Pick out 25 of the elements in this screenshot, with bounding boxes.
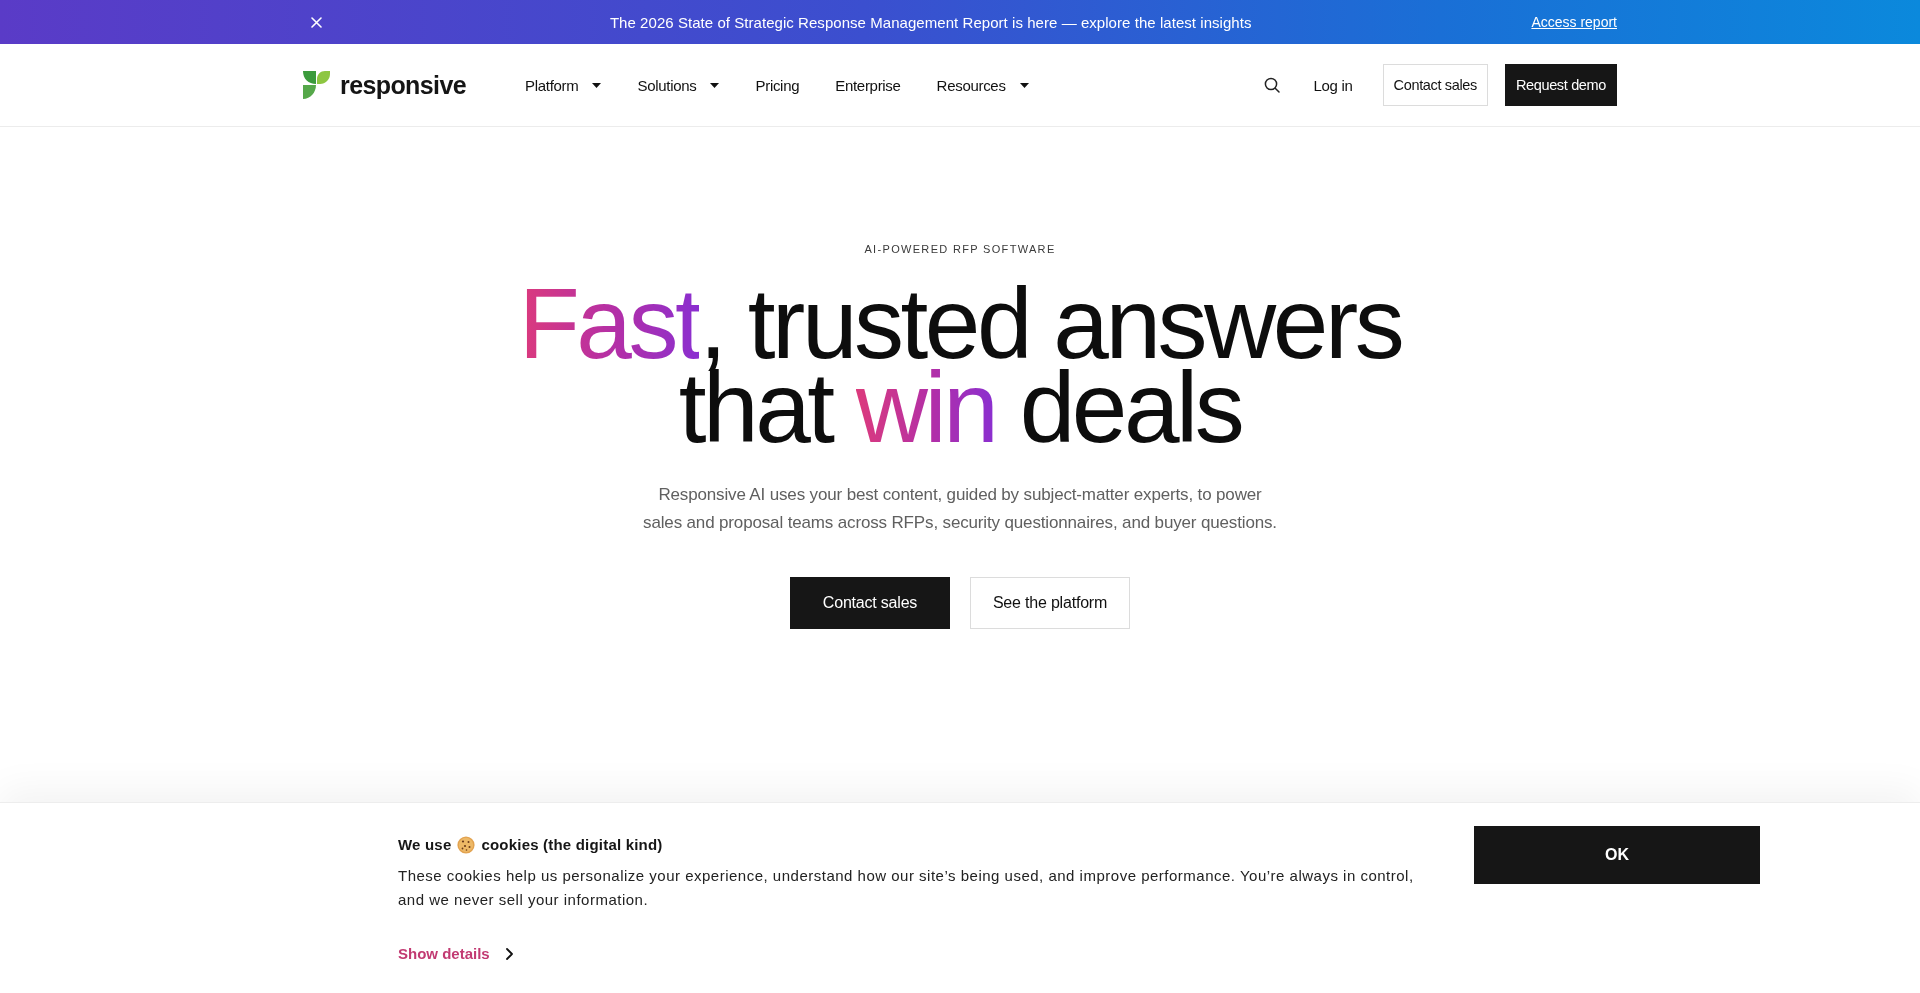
- secondary-button[interactable]: Contact sales: [1382, 64, 1488, 106]
- close-icon: [311, 16, 322, 28]
- nav-link[interactable]: Enterprise: [817, 68, 919, 102]
- nav-dropdown[interactable]: Platform: [507, 68, 620, 102]
- nav-dropdown[interactable]: Resources: [918, 68, 1047, 102]
- hero-subtitle: Responsive AI uses your best content, guided by subject-matter experts, to power sales and proposal teams across RFPs, security questionnaires, and buyer questions.: [642, 484, 1278, 534]
- accept-button[interactable]: OK: [1474, 826, 1760, 884]
- chevron-icon: [505, 948, 513, 960]
- cookie-heading-text: We use: [398, 835, 452, 855]
- login-link[interactable]: Log in: [1313, 76, 1353, 94]
- nav-link[interactable]: Pricing: [737, 68, 818, 102]
- cookie-notice-text: These cookies help us personalize your experience, understand how our site’s being used, and improve performance. You’re always in control, and we never sell your information.: [398, 866, 1415, 910]
- promo-message: The 2026 State of Strategic Response Management Report is here — explore the latest insights: [608, 13, 1253, 31]
- primary-button[interactable]: Request demo: [1504, 64, 1617, 106]
- search-icon: [1263, 77, 1280, 93]
- show-details-link[interactable]: Show details: [398, 942, 513, 966]
- secondary-button[interactable]: See the platform: [970, 577, 1130, 629]
- logo-link[interactable]: responsive: [303, 70, 466, 100]
- eyebrow-label: AI-POWERED RFP SOFTWARE: [864, 242, 1056, 257]
- access-report-link[interactable]: Access report: [1531, 14, 1617, 30]
- primary-button[interactable]: Contact sales: [790, 577, 950, 629]
- cookie-heading-text: cookies (the digital kind): [481, 835, 663, 855]
- cookie-icon: [457, 836, 476, 854]
- logo-icon: [303, 71, 330, 99]
- nav-dropdown[interactable]: Solutions: [619, 68, 738, 102]
